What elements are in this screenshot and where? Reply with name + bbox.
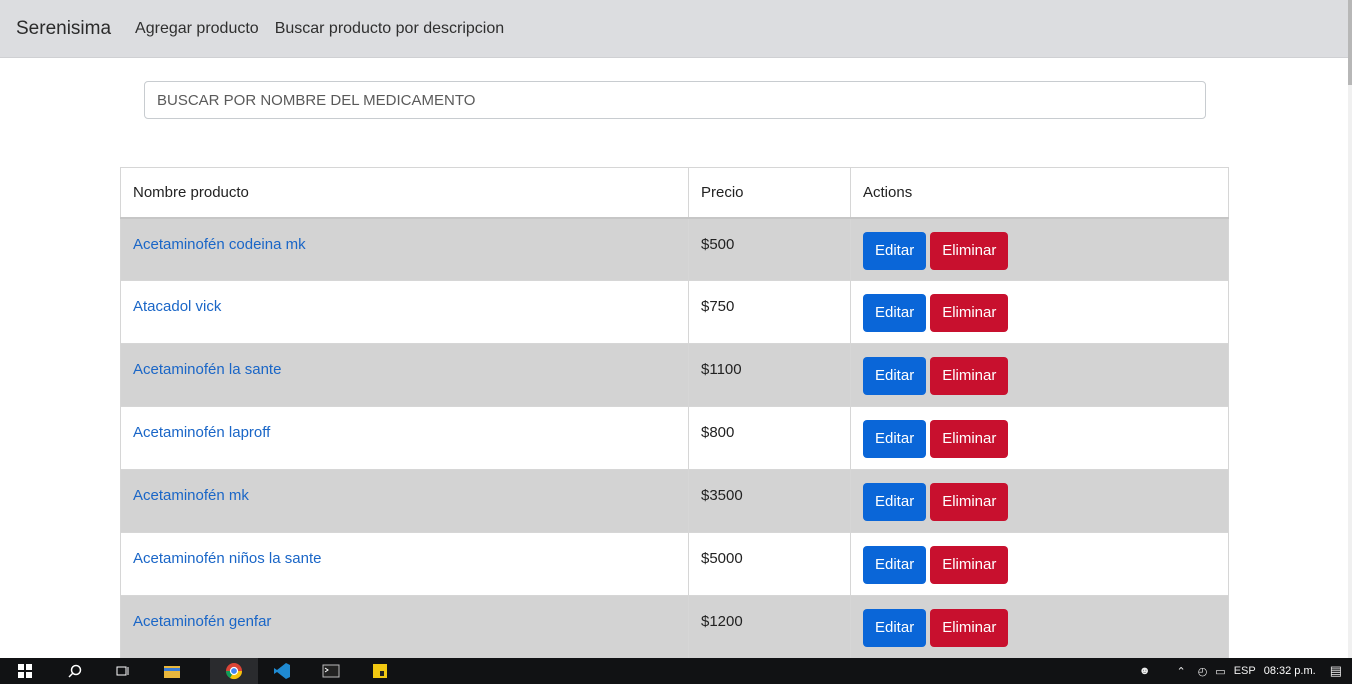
edit-button[interactable]: Editar bbox=[863, 546, 927, 584]
clock[interactable]: 08:32 p.m. bbox=[1264, 665, 1316, 677]
delete-button[interactable]: Eliminar bbox=[930, 294, 1009, 332]
vscode-icon[interactable] bbox=[271, 660, 293, 682]
product-name-link[interactable]: Acetaminofén codeina mk bbox=[133, 236, 306, 253]
product-name-cell: Acetaminofén mk bbox=[120, 469, 689, 533]
product-name-cell: Acetaminofén niños la sante bbox=[120, 532, 689, 596]
table-row: Acetaminofén laproff $800 Editar Eliminar bbox=[120, 406, 1229, 470]
battery-icon[interactable]: ▭ bbox=[1215, 665, 1225, 678]
table-row: Acetaminofén mk $3500 Editar Eliminar bbox=[120, 469, 1229, 533]
delete-button[interactable]: Eliminar bbox=[930, 546, 1009, 584]
product-price-cell: $1200 bbox=[688, 595, 851, 659]
notifications-icon[interactable]: ▤ bbox=[1330, 663, 1342, 679]
table-body: Acetaminofén codeina mk $500 Editar Elimina… bbox=[120, 217, 1229, 659]
delete-button[interactable]: Eliminar bbox=[930, 609, 1009, 647]
delete-button[interactable]: Eliminar bbox=[930, 483, 1009, 521]
edit-button[interactable]: Editar bbox=[863, 294, 927, 332]
table-row: Atacadol vick $750 Editar Eliminar bbox=[120, 280, 1229, 344]
taskbar: ☻ ⌃ ◴ ▭ ESP 08:32 p.m. ▤ bbox=[0, 658, 1352, 684]
product-name-cell: Acetaminofén codeina mk bbox=[120, 217, 689, 281]
task-view-icon[interactable] bbox=[112, 660, 134, 682]
actions-cell: Editar Eliminar bbox=[850, 406, 1229, 470]
product-price-cell: $3500 bbox=[688, 469, 851, 533]
table-row: Acetaminofén niños la sante $5000 Editar El… bbox=[120, 532, 1229, 596]
actions-cell: Editar Eliminar bbox=[850, 469, 1229, 533]
table-row: Acetaminofén genfar $1200 Editar Eliminar bbox=[120, 595, 1229, 659]
product-price-cell: $1100 bbox=[688, 343, 851, 407]
language-indicator[interactable]: ESP bbox=[1234, 665, 1256, 677]
product-name-link[interactable]: Acetaminofén mk bbox=[133, 487, 249, 504]
nav-link-buscar-producto[interactable]: Buscar producto por descripcion bbox=[275, 20, 504, 38]
edit-button[interactable]: Editar bbox=[863, 420, 927, 458]
system-tray: ☻ ⌃ ◴ ▭ ESP 08:32 p.m. ▤ bbox=[1139, 658, 1352, 684]
column-header-actions: Actions bbox=[850, 167, 1229, 219]
page: Serenisima Agregar producto Buscar produ… bbox=[0, 0, 1352, 684]
table-header-row: Nombre producto Precio Actions bbox=[120, 167, 1229, 219]
wifi-icon[interactable]: ◴ bbox=[1198, 665, 1208, 678]
table-row: Acetaminofén codeina mk $500 Editar Elimina… bbox=[120, 217, 1229, 281]
products-table: Nombre producto Precio Actions Acetamino… bbox=[120, 167, 1229, 659]
app-icon[interactable] bbox=[369, 660, 391, 682]
navbar: Serenisima Agregar producto Buscar produ… bbox=[0, 0, 1350, 58]
windows-icon[interactable] bbox=[14, 660, 36, 682]
product-price-cell: $500 bbox=[688, 217, 851, 281]
search-icon[interactable] bbox=[64, 660, 86, 682]
actions-cell: Editar Eliminar bbox=[850, 343, 1229, 407]
product-price-cell: $750 bbox=[688, 280, 851, 344]
terminal-icon[interactable] bbox=[320, 660, 342, 682]
edit-button[interactable]: Editar bbox=[863, 483, 927, 521]
chevron-up-icon[interactable]: ⌃ bbox=[1176, 665, 1185, 678]
actions-cell: Editar Eliminar bbox=[850, 280, 1229, 344]
product-name-cell: Acetaminofén laproff bbox=[120, 406, 689, 470]
product-name-link[interactable]: Acetaminofén laproff bbox=[133, 424, 270, 441]
navbar-brand[interactable]: Serenisima bbox=[16, 18, 111, 40]
product-name-cell: Acetaminofén genfar bbox=[120, 595, 689, 659]
product-name-cell: Atacadol vick bbox=[120, 280, 689, 344]
product-price-cell: $800 bbox=[688, 406, 851, 470]
product-name-link[interactable]: Acetaminofén genfar bbox=[133, 613, 271, 630]
product-name-link[interactable]: Atacadol vick bbox=[133, 298, 221, 315]
scrollbar-track[interactable] bbox=[1348, 0, 1352, 658]
product-price-cell: $5000 bbox=[688, 532, 851, 596]
scrollbar-thumb[interactable] bbox=[1348, 0, 1352, 85]
product-name-cell: Acetaminofén la sante bbox=[120, 343, 689, 407]
column-header-nombre: Nombre producto bbox=[120, 167, 689, 219]
product-name-link[interactable]: Acetaminofén la sante bbox=[133, 361, 281, 378]
product-name-link[interactable]: Acetaminofén niños la sante bbox=[133, 550, 321, 567]
chrome-icon[interactable] bbox=[210, 658, 258, 684]
actions-cell: Editar Eliminar bbox=[850, 217, 1229, 281]
table-row: Acetaminofén la sante $1100 Editar Eliminar bbox=[120, 343, 1229, 407]
people-icon[interactable]: ☻ bbox=[1139, 665, 1151, 677]
delete-button[interactable]: Eliminar bbox=[930, 357, 1009, 395]
actions-cell: Editar Eliminar bbox=[850, 595, 1229, 659]
clock-time: 08:32 p.m. bbox=[1263, 665, 1316, 677]
actions-cell: Editar Eliminar bbox=[850, 532, 1229, 596]
delete-button[interactable]: Eliminar bbox=[930, 420, 1009, 458]
edit-button[interactable]: Editar bbox=[863, 357, 927, 395]
column-header-precio: Precio bbox=[688, 167, 851, 219]
delete-button[interactable]: Eliminar bbox=[930, 231, 1009, 270]
nav-link-agregar-producto[interactable]: Agregar producto bbox=[135, 20, 259, 38]
products-table-container: Nombre producto Precio Actions Acetamino… bbox=[120, 167, 1229, 659]
search-input[interactable] bbox=[144, 81, 1206, 119]
edit-button[interactable]: Editar bbox=[863, 609, 927, 647]
file-explorer-icon[interactable] bbox=[161, 660, 183, 682]
edit-button[interactable]: Editar bbox=[863, 231, 927, 270]
